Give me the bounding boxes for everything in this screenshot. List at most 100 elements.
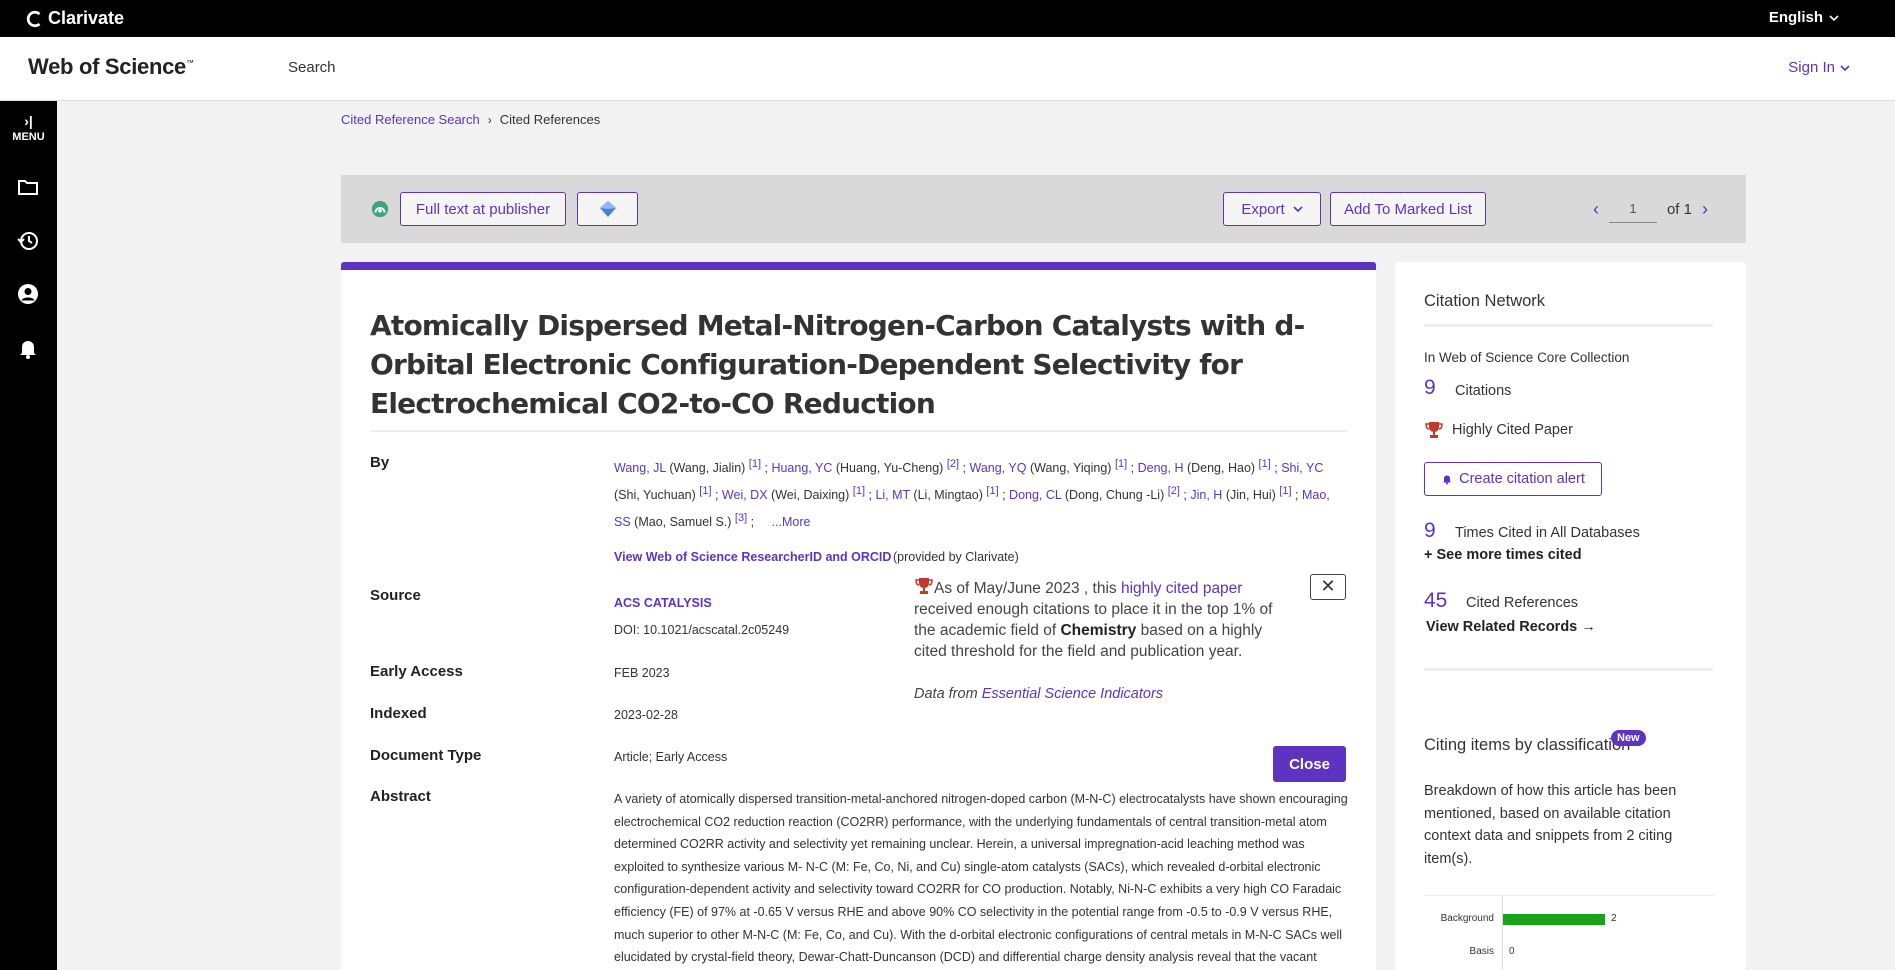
divider [1424, 324, 1713, 327]
affiliation-ref[interactable]: [1] [699, 485, 711, 497]
author-link[interactable]: Jin, H [1190, 488, 1222, 502]
highly-cited-message: As of May/June 2023 , this highly cited … [914, 576, 1294, 662]
esi-link[interactable]: Essential Science Indicators [982, 686, 1163, 702]
record-pager: ‹ of 1 › [1593, 195, 1708, 223]
clarivate-logo[interactable]: Clarivate [26, 8, 124, 29]
source-journal-link[interactable]: ACS CATALYSIS [614, 596, 712, 610]
bell-icon[interactable] [16, 336, 40, 360]
sign-in-label: Sign In [1788, 59, 1835, 76]
cited-references-count[interactable]: 45 [1424, 589, 1447, 613]
cited-references-label: Cited References [1466, 595, 1579, 611]
divider [1424, 668, 1713, 671]
wos-logo[interactable]: Web of Science™ [28, 54, 194, 80]
full-text-at-publisher-button[interactable]: Full text at publisher [400, 192, 566, 226]
author-link[interactable]: Deng, H [1138, 461, 1184, 475]
affiliation-ref[interactable]: [2] [947, 458, 959, 470]
abstract-text: A variety of atomically dispersed transi… [614, 792, 1348, 965]
open-access-icon [371, 200, 389, 218]
affiliation-ref[interactable]: [1] [1279, 485, 1291, 497]
times-cited-count[interactable]: 9 [1424, 519, 1436, 543]
provided-by-note: (provided by Clarivate) [893, 550, 1019, 564]
affiliation-ref[interactable]: [1] [1115, 458, 1127, 470]
view-related-records-link[interactable]: View Related Records → [1426, 619, 1596, 635]
language-label: English [1768, 9, 1823, 26]
times-cited-label: Times Cited in All Databases [1455, 525, 1640, 541]
author-link[interactable]: Li, MT [875, 488, 910, 502]
language-selector[interactable]: English [1769, 9, 1839, 26]
chart-category-label: Basis [1469, 946, 1494, 957]
author-link[interactable]: Wei, DX [722, 488, 768, 502]
sign-in-button[interactable]: Sign In [1788, 59, 1850, 76]
app-header: Web of Science™ Search Sign In [0, 37, 1895, 101]
chevron-down-icon [1829, 14, 1839, 21]
breadcrumb-cited-reference-search[interactable]: Cited Reference Search [341, 112, 480, 127]
affiliation-ref[interactable]: [1] [1259, 458, 1271, 470]
close-popover-x-button[interactable]: ✕ [1310, 574, 1346, 600]
clarivate-topbar: Clarivate English [0, 0, 1895, 37]
by-label: By [370, 454, 390, 471]
affiliation-ref[interactable]: [1] [986, 485, 998, 497]
see-more-times-cited-link[interactable]: + See more times cited [1424, 547, 1582, 563]
previous-page-icon[interactable]: ‹ [1593, 199, 1599, 220]
affiliation-ref[interactable]: [1] [749, 458, 761, 470]
record-toolbar: Full text at publisher Export Add To Mar… [341, 175, 1746, 243]
affiliation-ref[interactable]: [3] [735, 512, 747, 524]
citation-network-panel: Citation Network In Web of Science Core … [1395, 262, 1746, 970]
author-full-name: (Mao, Samuel S.) [634, 515, 732, 530]
affiliation-ref[interactable]: [1] [853, 485, 865, 497]
chevron-down-icon [1293, 206, 1303, 213]
authors-more-link[interactable]: ...More [772, 515, 811, 529]
author-full-name: (Li, Mingtao) [913, 488, 983, 503]
author-full-name: (Huang, Yu-Cheng) [835, 461, 944, 476]
export-label: Export [1241, 200, 1285, 218]
author-full-name: (Shi, Yuchuan) [614, 488, 696, 503]
author-link[interactable]: Dong, CL [1009, 488, 1061, 502]
menu-toggle[interactable]: ›| MENU [0, 113, 57, 143]
chevron-down-icon [1840, 64, 1850, 71]
create-citation-alert-label: Create citation alert [1459, 471, 1585, 487]
search-nav-link[interactable]: Search [288, 59, 336, 76]
folder-icon[interactable] [16, 175, 40, 199]
highly-cited-paper-link[interactable]: highly cited paper [1121, 580, 1243, 597]
citation-network-title: Citation Network [1424, 292, 1546, 310]
chart-bar-value: 0 [1509, 946, 1515, 957]
account-icon[interactable] [16, 282, 40, 306]
close-button[interactable]: Close [1273, 746, 1346, 782]
affiliation-ref[interactable]: [2] [1168, 485, 1180, 497]
trophy-icon [1425, 422, 1443, 438]
create-citation-alert-button[interactable]: Create citation alert [1424, 462, 1602, 496]
document-type-value: Article; Early Access [614, 750, 728, 764]
record-title: Atomically Dispersed Metal-Nitrogen-Carb… [370, 309, 1305, 420]
author-link[interactable]: Wang, YQ [969, 461, 1026, 475]
highly-cited-label: Highly Cited Paper [1452, 422, 1573, 438]
chart-bar[interactable] [1503, 914, 1605, 925]
libkey-button[interactable] [577, 192, 638, 226]
bell-icon [1443, 475, 1452, 485]
document-type-label: Document Type [370, 747, 482, 764]
highly-cited-popover: As of May/June 2023 , this highly cited … [914, 576, 1294, 705]
next-page-icon[interactable]: › [1702, 199, 1708, 220]
side-rail: ›| MENU [0, 101, 57, 970]
citations-count[interactable]: 9 [1424, 376, 1436, 400]
chart-bar-value: 2 [1611, 913, 1617, 924]
trademark: ™ [186, 58, 194, 68]
add-to-marked-list-button[interactable]: Add To Marked List [1330, 192, 1486, 226]
author-link[interactable]: Shi, YC [1281, 461, 1323, 475]
author-link[interactable]: Huang, YC [771, 461, 832, 475]
author-full-name: (Jin, Hui) [1225, 488, 1276, 503]
page-number-input[interactable] [1608, 195, 1657, 223]
export-button[interactable]: Export [1223, 192, 1321, 226]
author-link[interactable]: Wang, JL [614, 461, 666, 475]
author-list: Wang, JL (Wang, Jialin) [1] ; Huang, YC … [614, 458, 1330, 530]
breadcrumb: Cited Reference Search › Cited Reference… [341, 112, 600, 127]
source-label: Source [370, 587, 421, 604]
citations-label: Citations [1455, 383, 1512, 399]
chart-category-label: Background [1440, 913, 1494, 924]
author-full-name: (Wei, Daixing) [771, 488, 850, 503]
data-source-note: Data from Essential Science Indicators [914, 684, 1294, 705]
chevron-right-icon: › [487, 112, 492, 127]
indexed-value: 2023-02-28 [614, 708, 678, 722]
history-icon[interactable] [16, 229, 40, 253]
clarivate-c-icon [26, 10, 41, 27]
researcher-id-orcid-link[interactable]: View Web of Science ResearcherID and ORC… [614, 550, 891, 564]
